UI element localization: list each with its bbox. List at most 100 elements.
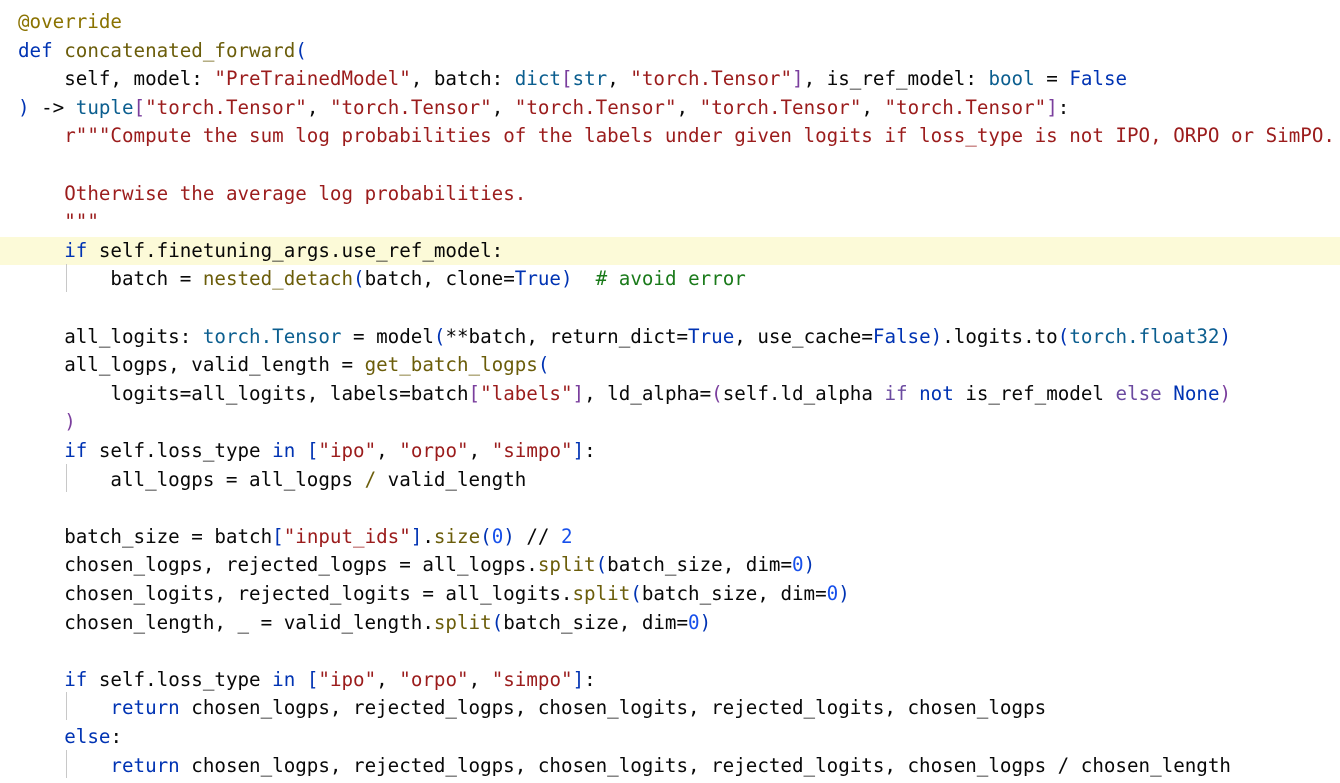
code-token: [ [306,439,319,462]
code-token: chosen_logps, rejected_logps, chosen_log… [179,696,1047,720]
code-token: self.loss_type [87,439,273,462]
code-line-text: return chosen_logps, rejected_logps, cho… [18,752,1231,781]
code-line-text: @override [18,8,122,37]
code-token: tuple [75,95,134,119]
code-token: @override [18,10,122,33]
code-token: batch = [18,267,203,291]
code-line[interactable]: r"""Compute the sum log probabilities of… [0,122,1340,151]
code-line[interactable]: batch = nested_detach(batch, clone=True)… [0,265,1340,294]
code-token: False [872,324,931,348]
code-line-text: all_logps = all_logps / valid_length [18,466,526,495]
code-token: 0 [688,610,700,634]
code-token: """ [64,210,99,234]
code-token: "torch.Tensor" [884,95,1047,119]
code-token: in [272,667,296,691]
code-token: ] [572,381,585,405]
code-token: : [110,725,122,748]
code-line[interactable]: all_logits: torch.Tensor = model(**batch… [0,323,1340,352]
code-line[interactable] [0,294,1340,323]
code-line[interactable]: chosen_logits, rejected_logits = all_log… [0,580,1340,609]
code-line-text: ) [18,408,76,437]
code-editor[interactable]: @override def concatenated_forward( self,… [0,0,1340,783]
code-line-text: else: [18,723,122,752]
code-token: ) [18,95,30,119]
code-line[interactable]: if self.loss_type in ["ipo", "orpo", "si… [0,666,1340,695]
code-line[interactable]: Otherwise the average log probabilities. [0,180,1340,209]
code-line[interactable]: if self.loss_type in ["ipo", "orpo", "si… [0,437,1340,466]
code-line[interactable]: return chosen_logps, rejected_logps, cho… [0,752,1340,781]
code-line[interactable]: chosen_length, _ = valid_length.split(ba… [0,609,1340,638]
code-token: else [1115,381,1162,405]
code-token: return [110,696,180,720]
code-line-text: all_logits: torch.Tensor = model(**batch… [18,323,1231,352]
code-line[interactable] [0,637,1340,666]
code-token: = [1034,67,1070,91]
code-line[interactable] [0,494,1340,523]
code-token: , [376,439,400,462]
code-token: "orpo" [399,439,469,462]
code-token: , [676,95,700,119]
code-line[interactable]: all_logps, valid_length = get_batch_logp… [0,351,1340,380]
code-line[interactable]: all_logps = all_logps / valid_length [0,466,1340,495]
code-token: , [861,95,885,119]
code-token: "simpo" [491,667,573,691]
code-token: bool [988,67,1035,91]
code-token: [ [468,381,481,405]
code-line[interactable]: logits=all_logits, labels=batch["labels"… [0,380,1340,409]
code-line-text: if self.finetuning_args.use_ref_model: [18,237,503,266]
code-token: True [514,267,561,291]
code-token: ] [572,667,585,691]
code-token: ] [572,439,585,462]
code-token: if [64,667,88,691]
code-token: , [607,67,631,91]
code-token: , [376,667,400,691]
code-token: ] [1046,95,1058,119]
code-token: "torch.Tensor" [329,95,492,119]
code-token: True [688,324,735,348]
code-line-text: all_logps, valid_length = get_batch_logp… [18,351,549,380]
code-token: torch.float32 [1069,324,1220,348]
code-token: ] [792,67,804,91]
code-line-text: if self.loss_type in ["ipo", "orpo", "si… [18,437,595,466]
code-line[interactable]: return chosen_logps, rejected_logps, cho… [0,694,1340,723]
code-line-text: chosen_length, _ = valid_length.split(ba… [18,609,711,638]
code-line[interactable]: if self.finetuning_args.use_ref_model: [0,236,1340,266]
code-token: ( [491,610,504,634]
code-token: 2 [561,524,573,548]
code-line[interactable]: def concatenated_forward( [0,37,1340,66]
code-token: chosen_logps, rejected_logps = all_logps… [18,553,538,577]
code-token: batch_size, dim= [503,610,689,634]
code-token: "ipo" [318,667,377,691]
code-token: , [468,439,492,462]
code-line[interactable]: else: [0,723,1340,752]
code-token: split [537,553,596,577]
code-line[interactable]: batch_size = batch["input_ids"].size(0) … [0,523,1340,552]
code-line[interactable]: ) -> tuple["torch.Tensor", "torch.Tensor… [0,94,1340,123]
code-line[interactable]: self, model: "PreTrainedModel", batch: d… [0,65,1340,94]
code-token: split [433,610,492,634]
code-line-text: return chosen_logps, rejected_logps, cho… [18,694,1046,723]
code-line-text: def concatenated_forward( [18,37,307,66]
code-token: batch_size = batch [18,524,273,548]
code-token: ( [480,524,492,548]
code-line[interactable]: chosen_logps, rejected_logps = all_logps… [0,551,1340,580]
code-line[interactable]: ) [0,408,1340,437]
code-token: "torch.Tensor" [514,95,677,119]
code-line[interactable]: """ [0,208,1340,237]
code-line-text: chosen_logits, rejected_logits = all_log… [18,580,850,609]
code-line[interactable]: @override [0,8,1340,37]
code-token: 0 [491,524,504,548]
code-token: ( [630,582,642,605]
code-token: / [364,467,377,491]
code-token: ) [838,582,850,605]
code-line[interactable] [0,151,1340,180]
code-token: // [514,524,562,548]
code-token: str [572,67,608,91]
code-token: self.finetuning_args.use_ref_model: [87,238,504,262]
